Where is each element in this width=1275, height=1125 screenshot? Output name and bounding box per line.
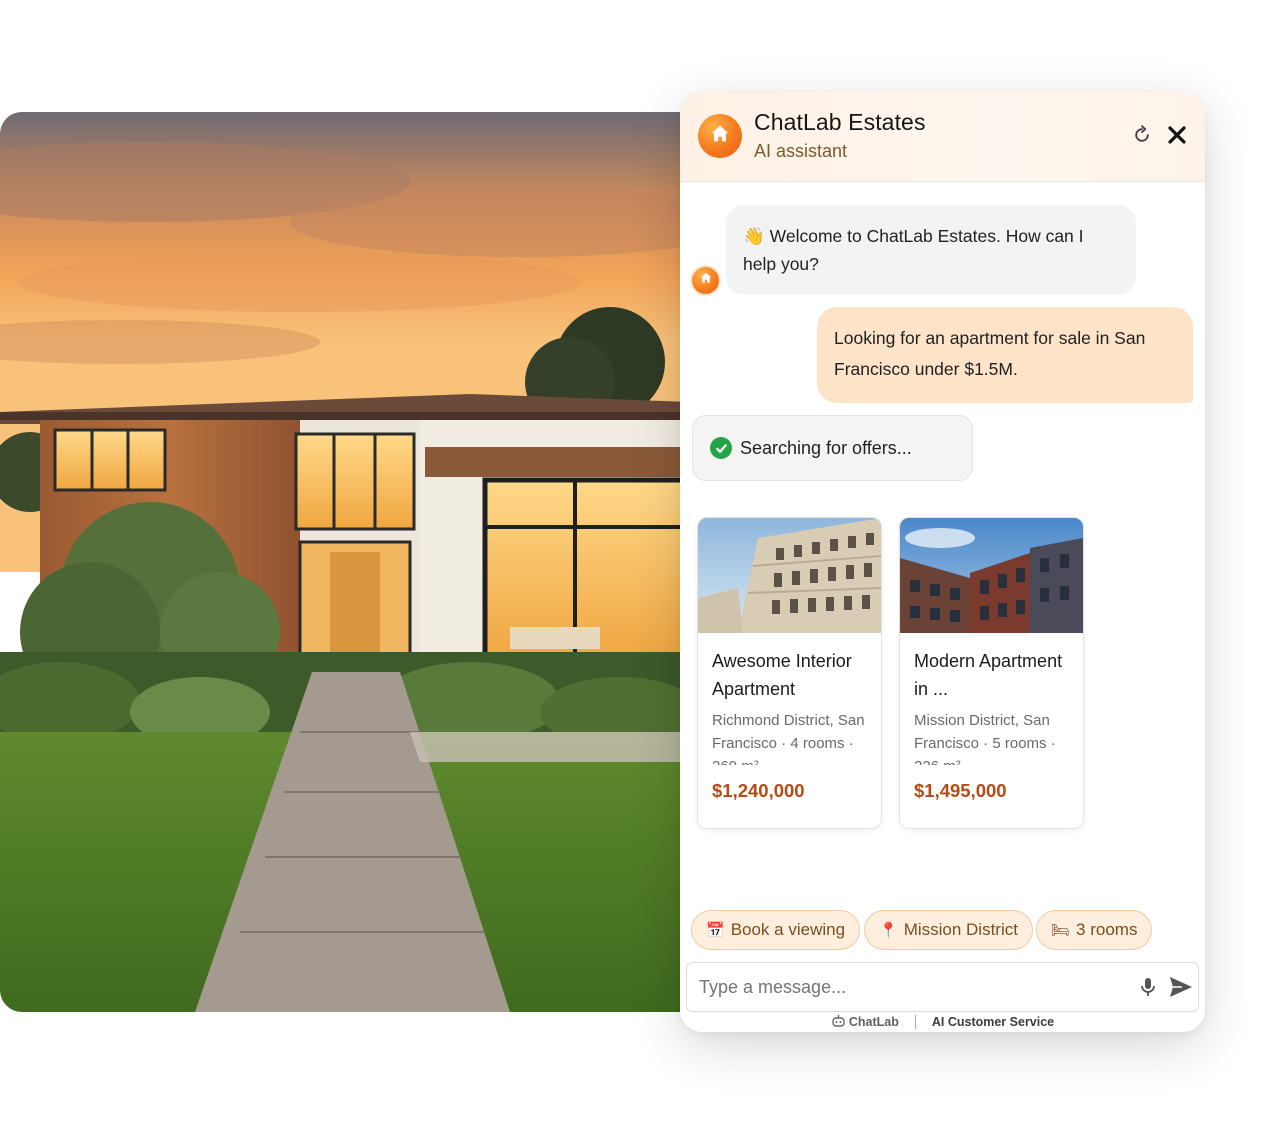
listing-photo (900, 518, 1083, 633)
user-message: Looking for an apartment for sale in San… (817, 307, 1193, 403)
bot-message: 👋 Welcome to ChatLab Estates. How can I … (726, 205, 1136, 295)
chat-widget: ChatLab Estates AI assistant 👋 Welcome t… (680, 92, 1205, 1032)
brand-logo (698, 114, 742, 158)
chat-subtitle: AI assistant (754, 141, 848, 161)
home-icon (699, 271, 713, 290)
send-icon[interactable] (1168, 975, 1194, 999)
message-input[interactable] (687, 963, 1117, 1011)
footer-tagline: AI Customer Service (931, 1015, 1055, 1029)
chip-mission-district[interactable]: 📍 Mission District (864, 910, 1033, 950)
listing-location: Mission District, San Francisco · 5 room… (914, 712, 1056, 765)
chip-label: Book a viewing (730, 920, 846, 939)
refresh-icon (1132, 124, 1152, 150)
bot-avatar (692, 267, 719, 294)
search-status: Searching for offers... (692, 415, 973, 481)
microphone-icon[interactable] (1139, 977, 1157, 997)
refresh-button[interactable] (1129, 124, 1155, 150)
listing-location: Richmond District, San Francisco · 4 roo… (712, 712, 865, 765)
close-icon (1167, 125, 1187, 150)
check-icon (710, 437, 732, 459)
chat-title: ChatLab Estates (754, 109, 926, 135)
listing-card[interactable]: Modern Apartment in ... Mission District… (899, 517, 1084, 829)
pin-icon: 📍 (879, 922, 898, 939)
footer-divider (914, 1015, 916, 1029)
chip-label: Mission District (903, 920, 1018, 939)
calendar-icon: 📅 (706, 922, 725, 939)
listing-price: $1,495,000 (914, 780, 1007, 801)
listing-title: Awesome Interior Apartment (712, 651, 852, 699)
powered-by-footer: ChatLab AI Customer Service (680, 1012, 1205, 1032)
bed-icon: 🛏 (1051, 922, 1071, 939)
chip-3-rooms[interactable]: 🛏 3 rooms (1036, 910, 1153, 950)
robot-icon (831, 1014, 846, 1031)
listing-price: $1,240,000 (712, 780, 805, 801)
close-button[interactable] (1164, 124, 1190, 150)
message-composer (686, 962, 1199, 1012)
hero-house-photo (0, 112, 690, 1012)
listing-card[interactable]: Awesome Interior Apartment Richmond Dist… (697, 517, 882, 829)
status-text: Searching for offers... (740, 437, 912, 458)
home-icon (709, 123, 731, 150)
footer-brand[interactable]: ChatLab (849, 1015, 899, 1029)
chip-label: 3 rooms (1076, 920, 1138, 939)
listing-title: Modern Apartment in ... (914, 651, 1063, 699)
chip-book-viewing[interactable]: 📅 Book a viewing (691, 910, 861, 950)
chat-header: ChatLab Estates AI assistant (680, 92, 1205, 182)
listing-photo (698, 518, 881, 633)
